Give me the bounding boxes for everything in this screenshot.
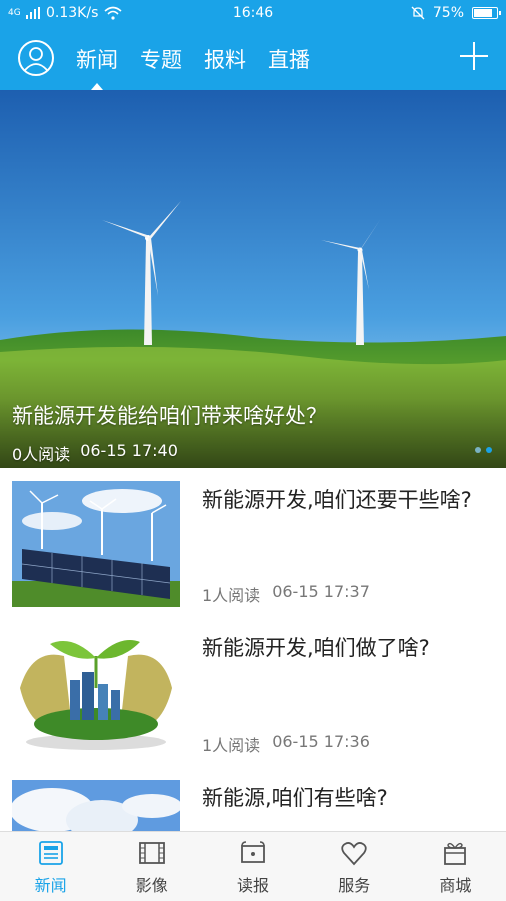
tab-topics[interactable]: 专题 (140, 44, 182, 74)
news-list-item[interactable]: 新能源开发,咱们做了啥? 1人阅读 06-15 17:36 (0, 618, 506, 769)
clouds-image (12, 780, 180, 831)
nav-video-label: 影像 (135, 876, 168, 895)
channel-tabs: 新闻 专题 报料 直播 (76, 44, 310, 90)
news-thumbnail (12, 481, 180, 607)
add-channel-button[interactable] (460, 42, 488, 70)
user-icon (24, 47, 48, 71)
hero-title: 新能源开发能给咱们带来啥好处？ (12, 404, 327, 428)
nav-news[interactable]: 新闻 (0, 832, 101, 901)
nav-service[interactable]: 服务 (304, 832, 405, 901)
nav-service-label: 服务 (338, 876, 371, 895)
news-timestamp: 06-15 17:37 (272, 582, 370, 601)
carousel-dot-active (486, 447, 492, 453)
hero-timestamp: 06-15 17:40 (80, 441, 178, 460)
news-timestamp: 06-15 17:36 (272, 732, 370, 751)
news-thumbnail (12, 628, 180, 754)
news-read-count: 1人阅读 (202, 586, 261, 605)
battery-percent: 75% (432, 5, 464, 21)
hero-banner[interactable]: 新能源开发能给咱们带来啥好处？ 0人阅读 06-15 17:40 (0, 90, 506, 468)
tab-news[interactable]: 新闻 (76, 44, 118, 90)
tab-report[interactable]: 报料 (204, 44, 246, 74)
status-bar: 4G 0.13K/s 16:46 75% (0, 0, 506, 28)
nav-paper[interactable]: 读报 (202, 832, 303, 901)
nav-paper-label: 读报 (237, 876, 270, 895)
news-title: 新能源,咱们有些啥? (202, 786, 388, 810)
top-nav-bar: 新闻 专题 报料 直播 (0, 28, 506, 90)
nav-news-label: 新闻 (34, 876, 67, 895)
newspaper-icon (241, 841, 265, 863)
alarm-off-icon (411, 6, 425, 20)
news-thumbnail (12, 780, 180, 831)
news-meta: 1人阅读 06-15 17:36 (202, 732, 370, 756)
carousel-dot (475, 447, 481, 453)
film-icon (138, 842, 165, 864)
news-title: 新能源开发,咱们还要干些啥? (202, 488, 472, 512)
user-avatar-button[interactable] (18, 40, 54, 76)
nav-mall-label: 商城 (439, 876, 472, 895)
news-title: 新能源开发,咱们做了啥? (202, 636, 430, 660)
hero-meta: 0人阅读 06-15 17:40 (12, 441, 178, 465)
news-list-item[interactable]: 新能源开发,咱们还要干些啥? 1人阅读 06-15 17:37 (0, 468, 506, 619)
battery-icon (472, 7, 501, 19)
news-icon (38, 841, 63, 865)
nav-mall[interactable]: 商城 (405, 832, 506, 901)
green-city-image (12, 628, 180, 754)
news-read-count: 1人阅读 (202, 736, 261, 755)
nav-video[interactable]: 影像 (101, 832, 202, 901)
hero-read-count: 0人阅读 (12, 445, 71, 464)
news-meta: 1人阅读 06-15 17:37 (202, 582, 370, 606)
tab-live[interactable]: 直播 (268, 44, 310, 74)
news-list-item[interactable]: 新能源,咱们有些啥? (0, 768, 506, 831)
gift-icon (444, 842, 467, 865)
heart-icon (341, 842, 367, 866)
solar-panels-image (12, 481, 180, 607)
carousel-indicator (475, 447, 492, 453)
bottom-tab-bar: 新闻 影像 读报 服务 商城 (0, 831, 506, 901)
